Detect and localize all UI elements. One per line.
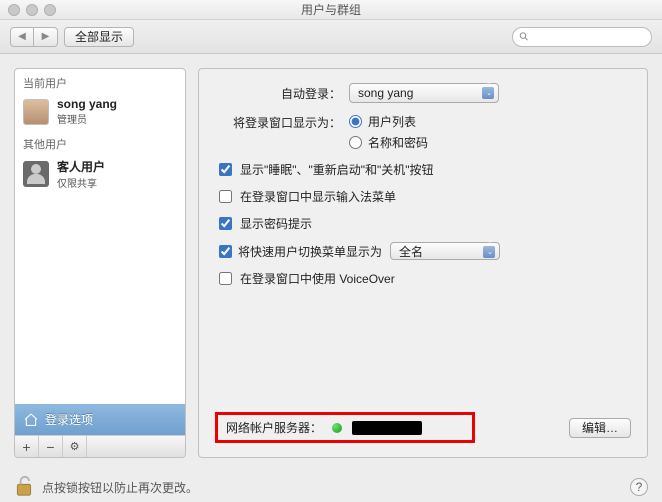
guest-avatar-icon [23,161,49,187]
radio-user-list[interactable]: 用户列表 [349,113,428,130]
search-field[interactable] [512,27,652,47]
redacted-server [352,421,422,435]
unlocked-lock-icon [14,474,34,498]
check-fast-switch[interactable]: 将快速用户切换菜单显示为 [219,243,382,260]
remove-user-button[interactable]: − [39,436,63,457]
nav-buttons: ◀ ▶ [10,27,58,47]
fast-switch-popup[interactable]: 全名 [390,242,500,260]
window-title: 用户与群组 [301,1,361,18]
sidebar-controls: + − ⚙ [15,435,185,457]
zoom-icon[interactable] [44,4,56,16]
network-account-highlight: 网络帐户服务器： [215,412,475,443]
minimize-icon[interactable] [26,4,38,16]
display-as-label: 将登录窗口显示为： [215,113,341,131]
forward-button[interactable]: ▶ [34,27,58,47]
other-users-header: 其他用户 [15,130,185,154]
window-controls [8,4,56,16]
guest-role: 仅限共享 [57,175,105,190]
auto-login-popup[interactable]: song yang [349,83,499,103]
check-input-menu[interactable]: 在登录窗口中显示输入法菜单 [219,188,631,205]
add-user-button[interactable]: + [15,436,39,457]
title-bar: 用户与群组 [0,0,662,20]
show-all-button[interactable]: 全部显示 [64,27,134,47]
close-icon[interactable] [8,4,20,16]
login-options-row[interactable]: 登录选项 [15,404,185,435]
user-avatar [23,99,49,125]
toolbar: ◀ ▶ 全部显示 [0,20,662,54]
actions-button[interactable]: ⚙ [63,436,87,457]
check-sleep-restart-shutdown[interactable]: 显示"睡眠"、"重新启动"和"关机"按钮 [219,161,631,178]
house-icon [23,412,39,428]
user-role: 管理员 [57,111,117,126]
guest-name: 客人用户 [57,158,105,175]
login-options-panel: 自动登录： song yang 将登录窗口显示为： 用户列表 名称和密码 显示"… [198,68,648,458]
auto-login-label: 自动登录： [215,85,341,102]
radio-name-password[interactable]: 名称和密码 [349,134,428,151]
help-button[interactable]: ? [630,478,648,496]
lock-button[interactable] [14,474,34,501]
sidebar-current-user[interactable]: song yang 管理员 [15,93,185,130]
footer: 点按锁按钮以防止再次更改。 ? [0,472,662,502]
search-icon [519,31,529,42]
login-options-label: 登录选项 [45,411,93,428]
search-input[interactable] [533,31,645,43]
edit-button[interactable]: 编辑… [569,418,631,438]
lock-text: 点按锁按钮以防止再次更改。 [42,479,198,496]
user-name: song yang [57,97,117,111]
sidebar-guest-user[interactable]: 客人用户 仅限共享 [15,154,185,194]
status-dot-icon [332,423,342,433]
check-voiceover[interactable]: 在登录窗口中使用 VoiceOver [219,270,631,287]
check-password-hint[interactable]: 显示密码提示 [219,215,631,232]
user-sidebar: 当前用户 song yang 管理员 其他用户 客人用户 仅限共享 登录选项 +… [14,68,186,458]
network-account-label: 网络帐户服务器： [226,419,322,436]
current-user-header: 当前用户 [15,69,185,93]
back-button[interactable]: ◀ [10,27,34,47]
